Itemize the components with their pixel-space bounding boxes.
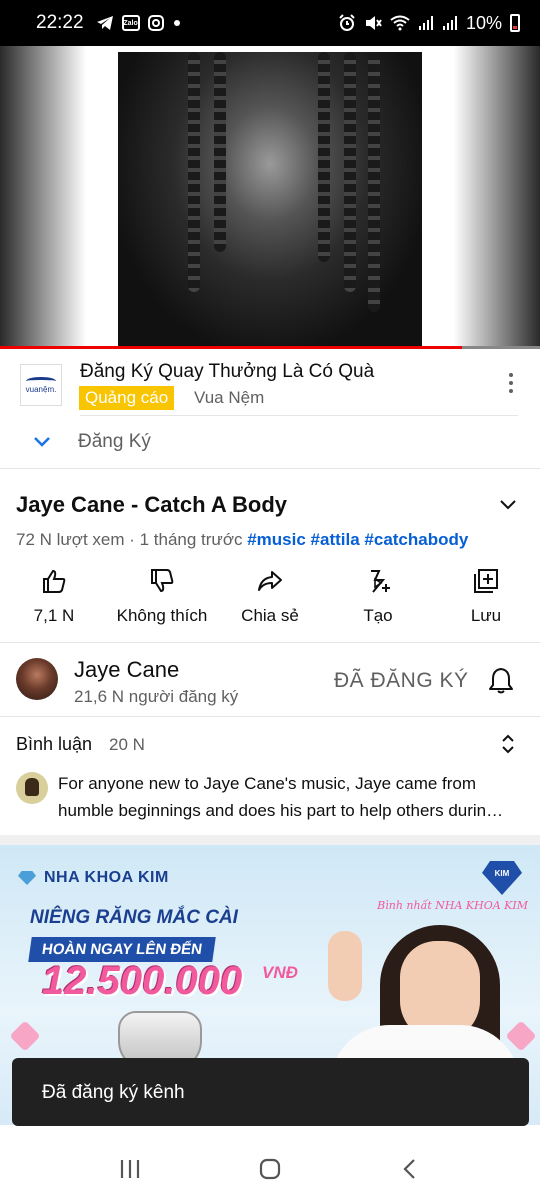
dislike-label: Không thích (116, 606, 208, 625)
home-icon (259, 1158, 281, 1180)
hashtag-link[interactable]: #music (247, 530, 306, 549)
divider (0, 642, 540, 643)
signal-icon (442, 16, 457, 30)
view-count-date: 72 N lượt xem · 1 tháng trước (16, 530, 243, 549)
top-comment-line-1: For anyone new to Jaye Cane's music, Jay… (58, 774, 477, 793)
banner-brand: NHA KHOA KIM (18, 869, 169, 887)
save-button[interactable]: Lưu (432, 568, 540, 638)
video-meta: 72 N lượt xem · 1 tháng trước #music #at… (16, 530, 468, 550)
divider (80, 415, 518, 416)
bell-icon[interactable] (488, 666, 514, 694)
subscribed-button[interactable]: ĐÃ ĐĂNG KÝ (334, 669, 469, 693)
system-nav-bar (0, 1138, 540, 1200)
like-button[interactable]: 7,1 N (0, 568, 108, 638)
signal-icon (418, 16, 433, 30)
banner-script-text: Bình nhất NHA KHOA KIM (377, 899, 528, 912)
mute-icon (365, 16, 382, 30)
comments-heading[interactable]: Bình luận (16, 734, 92, 755)
subscriber-count: 21,6 N người đăng ký (74, 687, 239, 706)
recent-apps-button[interactable] (110, 1149, 150, 1189)
ad-advertiser: Vua Nệm (194, 388, 265, 407)
dot-icon (173, 20, 180, 26)
save-icon (474, 569, 498, 593)
save-label: Lưu (470, 606, 502, 625)
action-bar: 7,1 N Không thích Chia sẻ Tạo Lưu (0, 568, 540, 638)
diamond-logo-icon (18, 871, 36, 885)
ad-title[interactable]: Đăng Ký Quay Thưởng Là Có Quà (80, 361, 374, 383)
channel-avatar[interactable] (16, 658, 58, 700)
commenter-avatar (16, 772, 48, 804)
more-options-icon[interactable] (508, 373, 514, 393)
wifi-icon (390, 15, 410, 31)
chevron-down-icon (34, 437, 50, 447)
back-icon (403, 1159, 415, 1179)
dislike-button[interactable]: Không thích (108, 568, 216, 638)
create-button[interactable]: Tạo (324, 568, 432, 638)
snackbar-message: Đã đăng ký kênh (42, 1082, 185, 1103)
kim-badge-icon: KIM (482, 861, 522, 895)
snackbar: Đã đăng ký kênh (12, 1058, 529, 1126)
dislike-icon (151, 569, 174, 593)
banner-price: 12.500.000 (42, 959, 243, 1003)
video-title[interactable]: Jaye Cane - Catch A Body (16, 492, 287, 518)
ad-cta-button[interactable]: Đăng Ký (32, 431, 151, 453)
advertiser-logo: vuanệm. (20, 364, 62, 406)
top-comment[interactable]: For anyone new to Jaye Cane's music, Jay… (58, 770, 518, 824)
recent-apps-icon (120, 1160, 140, 1178)
share-label: Chia sẻ (241, 606, 299, 625)
banner-brand-text: NHA KHOA KIM (44, 869, 169, 886)
hashtag-link[interactable]: #catchabody (364, 530, 468, 549)
expand-description-icon[interactable] (500, 496, 516, 512)
top-comment-line-2: humble beginnings and does his part to h… (58, 801, 504, 820)
create-icon (371, 570, 390, 593)
telegram-icon (96, 16, 113, 30)
ad-badge: Quảng cáo (79, 386, 175, 410)
ad-card[interactable]: vuanệm. Đăng Ký Quay Thưởng Là Có Quà Qu… (0, 349, 540, 469)
alarm-icon (339, 14, 355, 31)
divider (0, 716, 540, 717)
share-icon (258, 571, 282, 591)
share-button[interactable]: Chia sẻ (216, 568, 324, 638)
model-hand (328, 931, 362, 1001)
heart-icon (505, 1020, 537, 1052)
banner-headline: NIÊNG RĂNG MẮC CÀI (30, 907, 238, 928)
home-button[interactable] (250, 1149, 290, 1189)
clock: 22:22 (36, 12, 84, 33)
comments-count: 20 N (109, 735, 145, 754)
battery-icon (510, 14, 520, 32)
expand-comments-icon[interactable] (500, 733, 516, 755)
video-thumbnail (118, 52, 422, 346)
banner-price-unit: VNĐ (262, 963, 298, 982)
heart-icon (9, 1020, 41, 1052)
like-count: 7,1 N (33, 606, 75, 625)
channel-name[interactable]: Jaye Cane (74, 657, 179, 683)
status-bar: 22:22 Zalo 10% (0, 0, 540, 46)
battery-percent: 10% (465, 12, 502, 33)
ad-cta-label: Đăng Ký (78, 431, 151, 452)
back-button[interactable] (390, 1149, 430, 1189)
create-label: Tạo (363, 606, 393, 625)
video-player[interactable] (0, 46, 540, 346)
zalo-icon: Zalo (121, 15, 140, 31)
hashtag-link[interactable]: #attila (311, 530, 360, 549)
instagram-icon (147, 15, 164, 31)
like-icon (43, 569, 66, 593)
